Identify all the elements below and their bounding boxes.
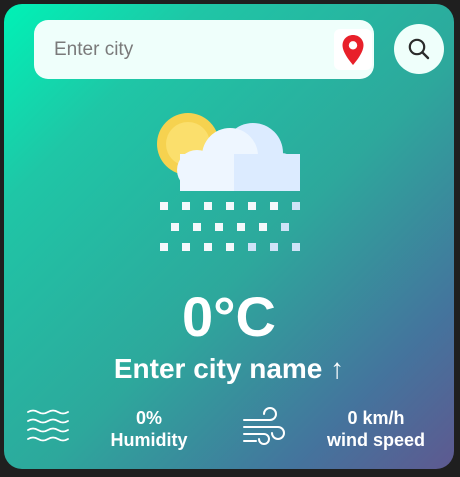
humidity-value: 0% (135, 408, 162, 428)
city-name: Enter city name ↑ (113, 353, 345, 384)
weather-card: 0°C Enter city name ↑ 0% Humidity 0 km/h… (4, 4, 454, 469)
search-button[interactable] (394, 24, 444, 74)
wind-stat: 0 km/h wind speed (316, 407, 436, 451)
temperature-value: 0°C (182, 285, 276, 348)
location-pin-icon (342, 34, 364, 65)
humidity-waves-icon (27, 409, 69, 442)
search-bar (34, 20, 374, 79)
humidity-label: Humidity (110, 430, 188, 450)
wind-label: wind speed (326, 430, 425, 450)
search-icon (408, 38, 430, 60)
location-button[interactable] (334, 29, 372, 70)
wind-icon (243, 407, 285, 445)
humidity-stat: 0% Humidity (102, 407, 196, 451)
city-search-input[interactable] (34, 20, 334, 79)
sun-cloud-snow-icon (157, 113, 300, 251)
wind-value: 0 km/h (347, 408, 405, 428)
